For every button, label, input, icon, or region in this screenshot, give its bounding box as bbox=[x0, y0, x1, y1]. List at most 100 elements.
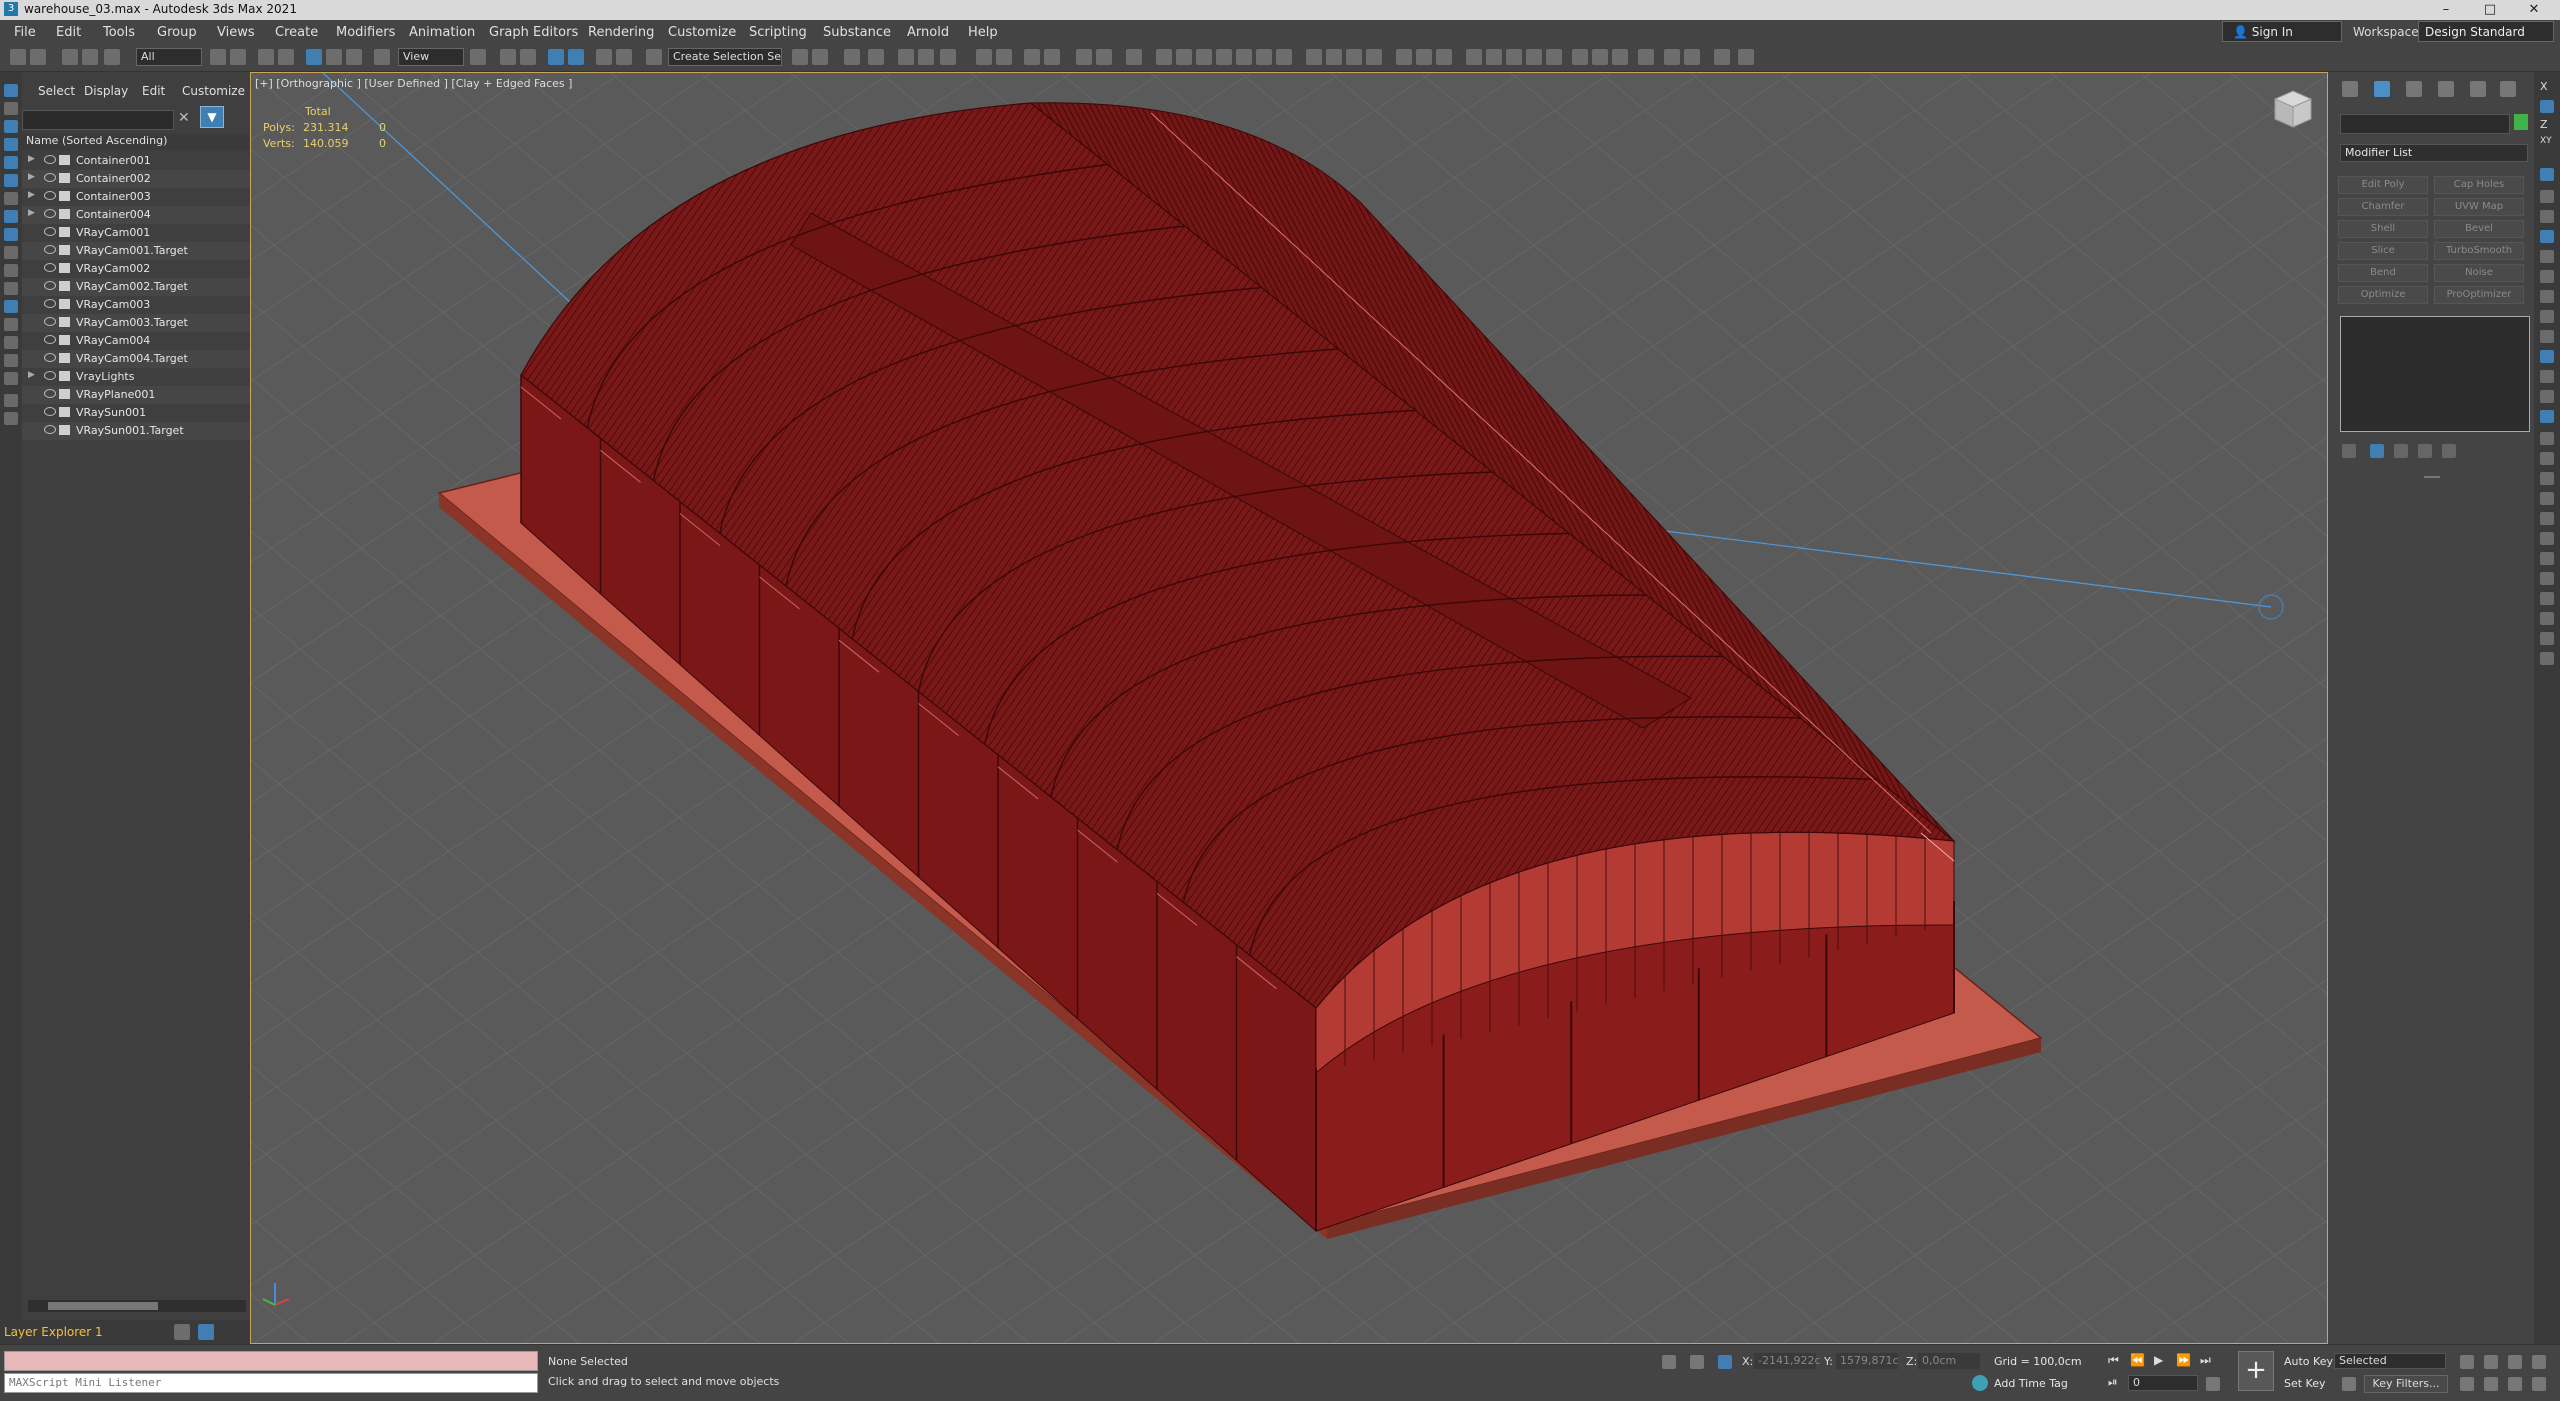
filter-spacewarps-icon[interactable] bbox=[4, 210, 18, 223]
tree-item[interactable]: ▶ Container002 bbox=[22, 170, 250, 188]
snap-vertex-icon[interactable] bbox=[2540, 168, 2554, 181]
visibility-eye-icon[interactable] bbox=[44, 263, 56, 272]
filter-lights-icon[interactable] bbox=[4, 156, 18, 169]
curve-editor-icon[interactable] bbox=[918, 49, 934, 65]
time-tag-icon[interactable] bbox=[1972, 1375, 1988, 1391]
rotate-icon[interactable] bbox=[326, 49, 342, 65]
goto-start-icon[interactable]: ⏮ bbox=[2108, 1353, 2119, 1368]
minimize-button[interactable]: – bbox=[2424, 0, 2468, 20]
unlink-icon[interactable] bbox=[82, 49, 98, 65]
window-icon[interactable] bbox=[1714, 49, 1730, 65]
visibility-eye-icon[interactable] bbox=[44, 389, 56, 398]
angle-snap-icon[interactable] bbox=[568, 49, 584, 65]
menu-rendering[interactable]: Rendering bbox=[588, 25, 654, 40]
maxscript-input-field[interactable]: MAXScript Mini Listener bbox=[4, 1373, 538, 1393]
isolate-selection-icon[interactable] bbox=[1662, 1355, 1676, 1369]
utilities-tab-icon[interactable] bbox=[2500, 81, 2516, 97]
modifier-uvw-map-button[interactable]: UVW Map bbox=[2434, 198, 2524, 216]
tree-item[interactable]: VRayCam004 bbox=[22, 332, 250, 350]
modifier-edit-poly-button[interactable]: Edit Poly bbox=[2338, 176, 2428, 194]
modifier-cap-holes-button[interactable]: Cap Holes bbox=[2434, 176, 2524, 194]
filter-cameras-icon[interactable] bbox=[4, 174, 18, 187]
previous-frame-icon[interactable]: ⏪ bbox=[2130, 1353, 2145, 1367]
x-coord-field[interactable]: -2141,922c bbox=[1754, 1353, 1821, 1369]
snap-reset-icon[interactable] bbox=[2540, 632, 2554, 645]
visibility-eye-icon[interactable] bbox=[44, 227, 56, 236]
snap-midpoint-icon[interactable] bbox=[2540, 350, 2554, 363]
visibility-eye-icon[interactable] bbox=[44, 245, 56, 254]
filter-icon[interactable]: ▼ bbox=[200, 106, 224, 128]
visibility-eye-icon[interactable] bbox=[44, 173, 56, 182]
snap-more-icon[interactable] bbox=[2540, 512, 2554, 525]
vray-dome-light-icon[interactable] bbox=[1216, 49, 1232, 65]
pan-icon[interactable] bbox=[2484, 1377, 2498, 1391]
scale-icon[interactable] bbox=[346, 49, 362, 65]
axis-y-icon[interactable] bbox=[2540, 100, 2554, 113]
pin-stack-icon[interactable] bbox=[2342, 444, 2356, 458]
snap-grid-icon[interactable] bbox=[2540, 230, 2554, 243]
make-unique-icon[interactable] bbox=[2394, 444, 2408, 458]
modifier-prooptimizer-button[interactable]: ProOptimizer bbox=[2434, 286, 2524, 304]
zoom-extents-all-icon[interactable] bbox=[2532, 1355, 2546, 1369]
menu-file[interactable]: File bbox=[14, 25, 36, 40]
arnold-tools-icon[interactable] bbox=[1612, 49, 1628, 65]
render-cloud-icon[interactable] bbox=[1076, 49, 1092, 65]
explorer-tab-display[interactable]: Display bbox=[84, 84, 128, 98]
zoom-extents-icon[interactable] bbox=[2508, 1355, 2522, 1369]
menu-graph-editors[interactable]: Graph Editors bbox=[489, 25, 578, 40]
filter-none-icon[interactable] bbox=[4, 354, 18, 367]
pivot-icon[interactable] bbox=[470, 49, 486, 65]
menu-animation[interactable]: Animation bbox=[409, 25, 475, 40]
filter-groups-icon[interactable] bbox=[4, 228, 18, 241]
snap-extras-icon[interactable] bbox=[2540, 492, 2554, 505]
snap-lock-icon[interactable] bbox=[2540, 410, 2554, 423]
reference-coord-dropdown[interactable]: View bbox=[398, 48, 464, 66]
selection-filter-dropdown[interactable]: All bbox=[136, 48, 202, 66]
vray-frame-buffer-icon[interactable] bbox=[1126, 49, 1142, 65]
layer-stack-icon[interactable] bbox=[174, 1324, 190, 1340]
arnold-render-icon[interactable] bbox=[1572, 49, 1588, 65]
snap-toggle-icon[interactable] bbox=[548, 49, 564, 65]
keyboard-shortcut-icon[interactable] bbox=[520, 49, 536, 65]
material-editor-icon[interactable] bbox=[976, 49, 992, 65]
visibility-eye-icon[interactable] bbox=[44, 155, 56, 164]
show-end-result-icon[interactable] bbox=[2370, 444, 2384, 458]
place-icon[interactable] bbox=[374, 49, 390, 65]
snap-cross-icon[interactable] bbox=[2540, 552, 2554, 565]
vray-sphere-icon[interactable] bbox=[1366, 49, 1382, 65]
vray-mesh-light-icon[interactable] bbox=[1276, 49, 1292, 65]
set-key-button[interactable]: Set Key bbox=[2284, 1377, 2326, 1390]
expand-arrow-icon[interactable]: ▶ bbox=[28, 370, 35, 380]
render-production-icon[interactable] bbox=[1044, 49, 1060, 65]
explorer-tab-edit[interactable]: Edit bbox=[142, 84, 165, 98]
zoom-icon[interactable] bbox=[2460, 1355, 2474, 1369]
modifier-optimize-button[interactable]: Optimize bbox=[2338, 286, 2428, 304]
tree-item[interactable]: VRayCam003.Target bbox=[22, 314, 250, 332]
snap-tangent-icon[interactable] bbox=[2540, 310, 2554, 323]
key-mode-icon[interactable]: ⏯ bbox=[2108, 1375, 2118, 1390]
snap-toggle-extra-icon[interactable] bbox=[2540, 532, 2554, 545]
visibility-eye-icon[interactable] bbox=[44, 353, 56, 362]
snap-pivot-icon[interactable] bbox=[2540, 250, 2554, 263]
sync-selection-icon[interactable] bbox=[4, 412, 18, 425]
snap-edge-icon[interactable] bbox=[2540, 190, 2554, 203]
bind-spacewarp-icon[interactable] bbox=[104, 49, 120, 65]
find-icon[interactable] bbox=[4, 394, 18, 407]
filter-geometry-icon[interactable] bbox=[4, 120, 18, 133]
toggle-scene-explorer-icon[interactable] bbox=[844, 49, 860, 65]
redo-icon[interactable] bbox=[30, 49, 46, 65]
modifier-shell-button[interactable]: Shell bbox=[2338, 220, 2428, 238]
snap-spline-icon[interactable] bbox=[2540, 592, 2554, 605]
filter-frozen-icon[interactable] bbox=[4, 300, 18, 313]
expand-arrow-icon[interactable]: ▶ bbox=[28, 190, 35, 200]
menu-create[interactable]: Create bbox=[275, 25, 318, 40]
menu-help[interactable]: Help bbox=[968, 25, 998, 40]
menu-views[interactable]: Views bbox=[217, 25, 255, 40]
link-icon[interactable] bbox=[62, 49, 78, 65]
workspace-dropdown[interactable]: Design Standard bbox=[2418, 21, 2554, 42]
vray-proxy-icon[interactable] bbox=[1306, 49, 1322, 65]
snap-face-icon[interactable] bbox=[2540, 210, 2554, 223]
menu-customize[interactable]: Customize bbox=[668, 25, 736, 40]
explorer-tab-select[interactable]: Select bbox=[38, 84, 75, 98]
modifier-chamfer-button[interactable]: Chamfer bbox=[2338, 198, 2428, 216]
